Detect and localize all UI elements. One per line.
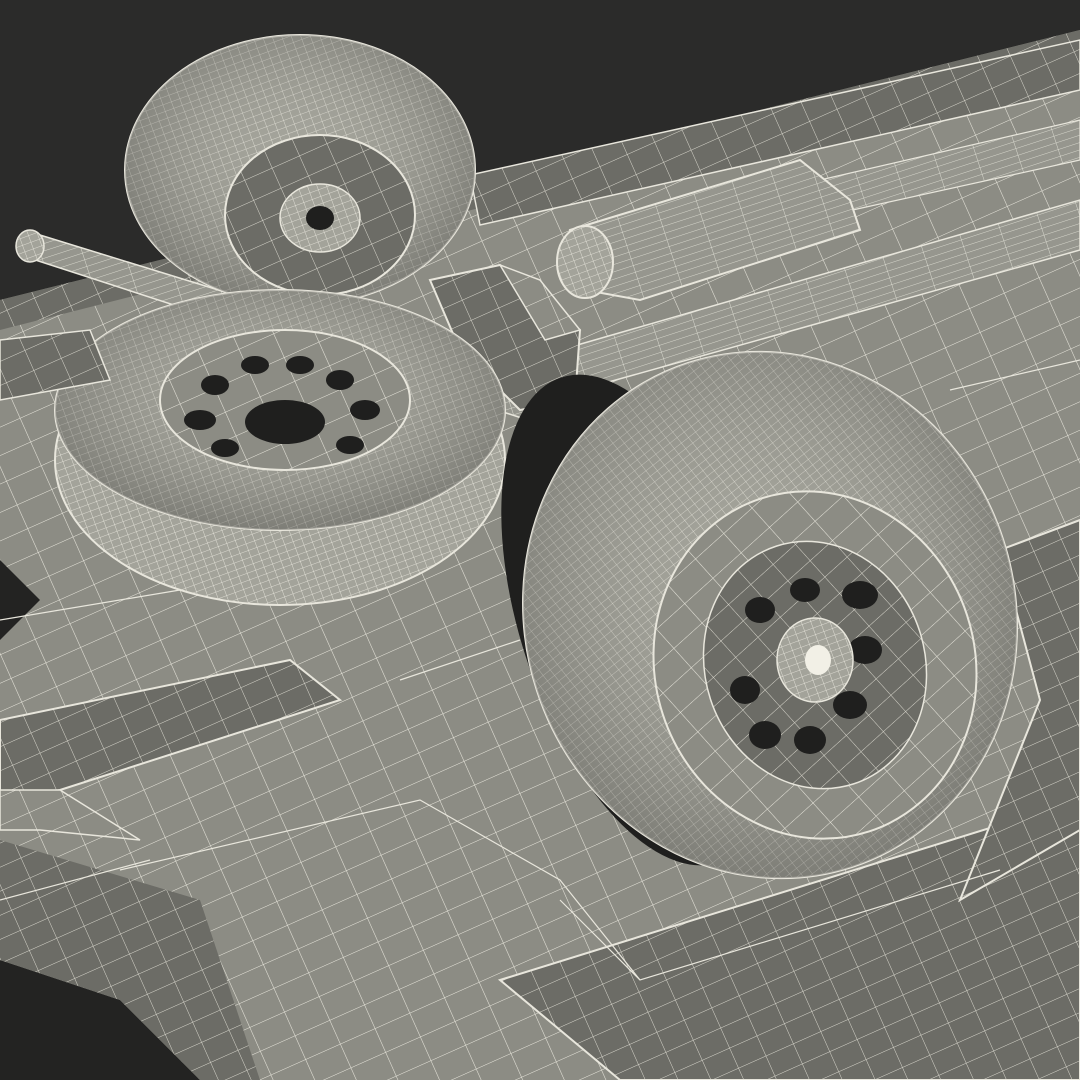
spare-tire [54,289,506,606]
wireframe-scene [0,0,1080,1080]
rear-wheel [124,34,476,306]
wireframe-render-viewport [0,0,1080,1080]
